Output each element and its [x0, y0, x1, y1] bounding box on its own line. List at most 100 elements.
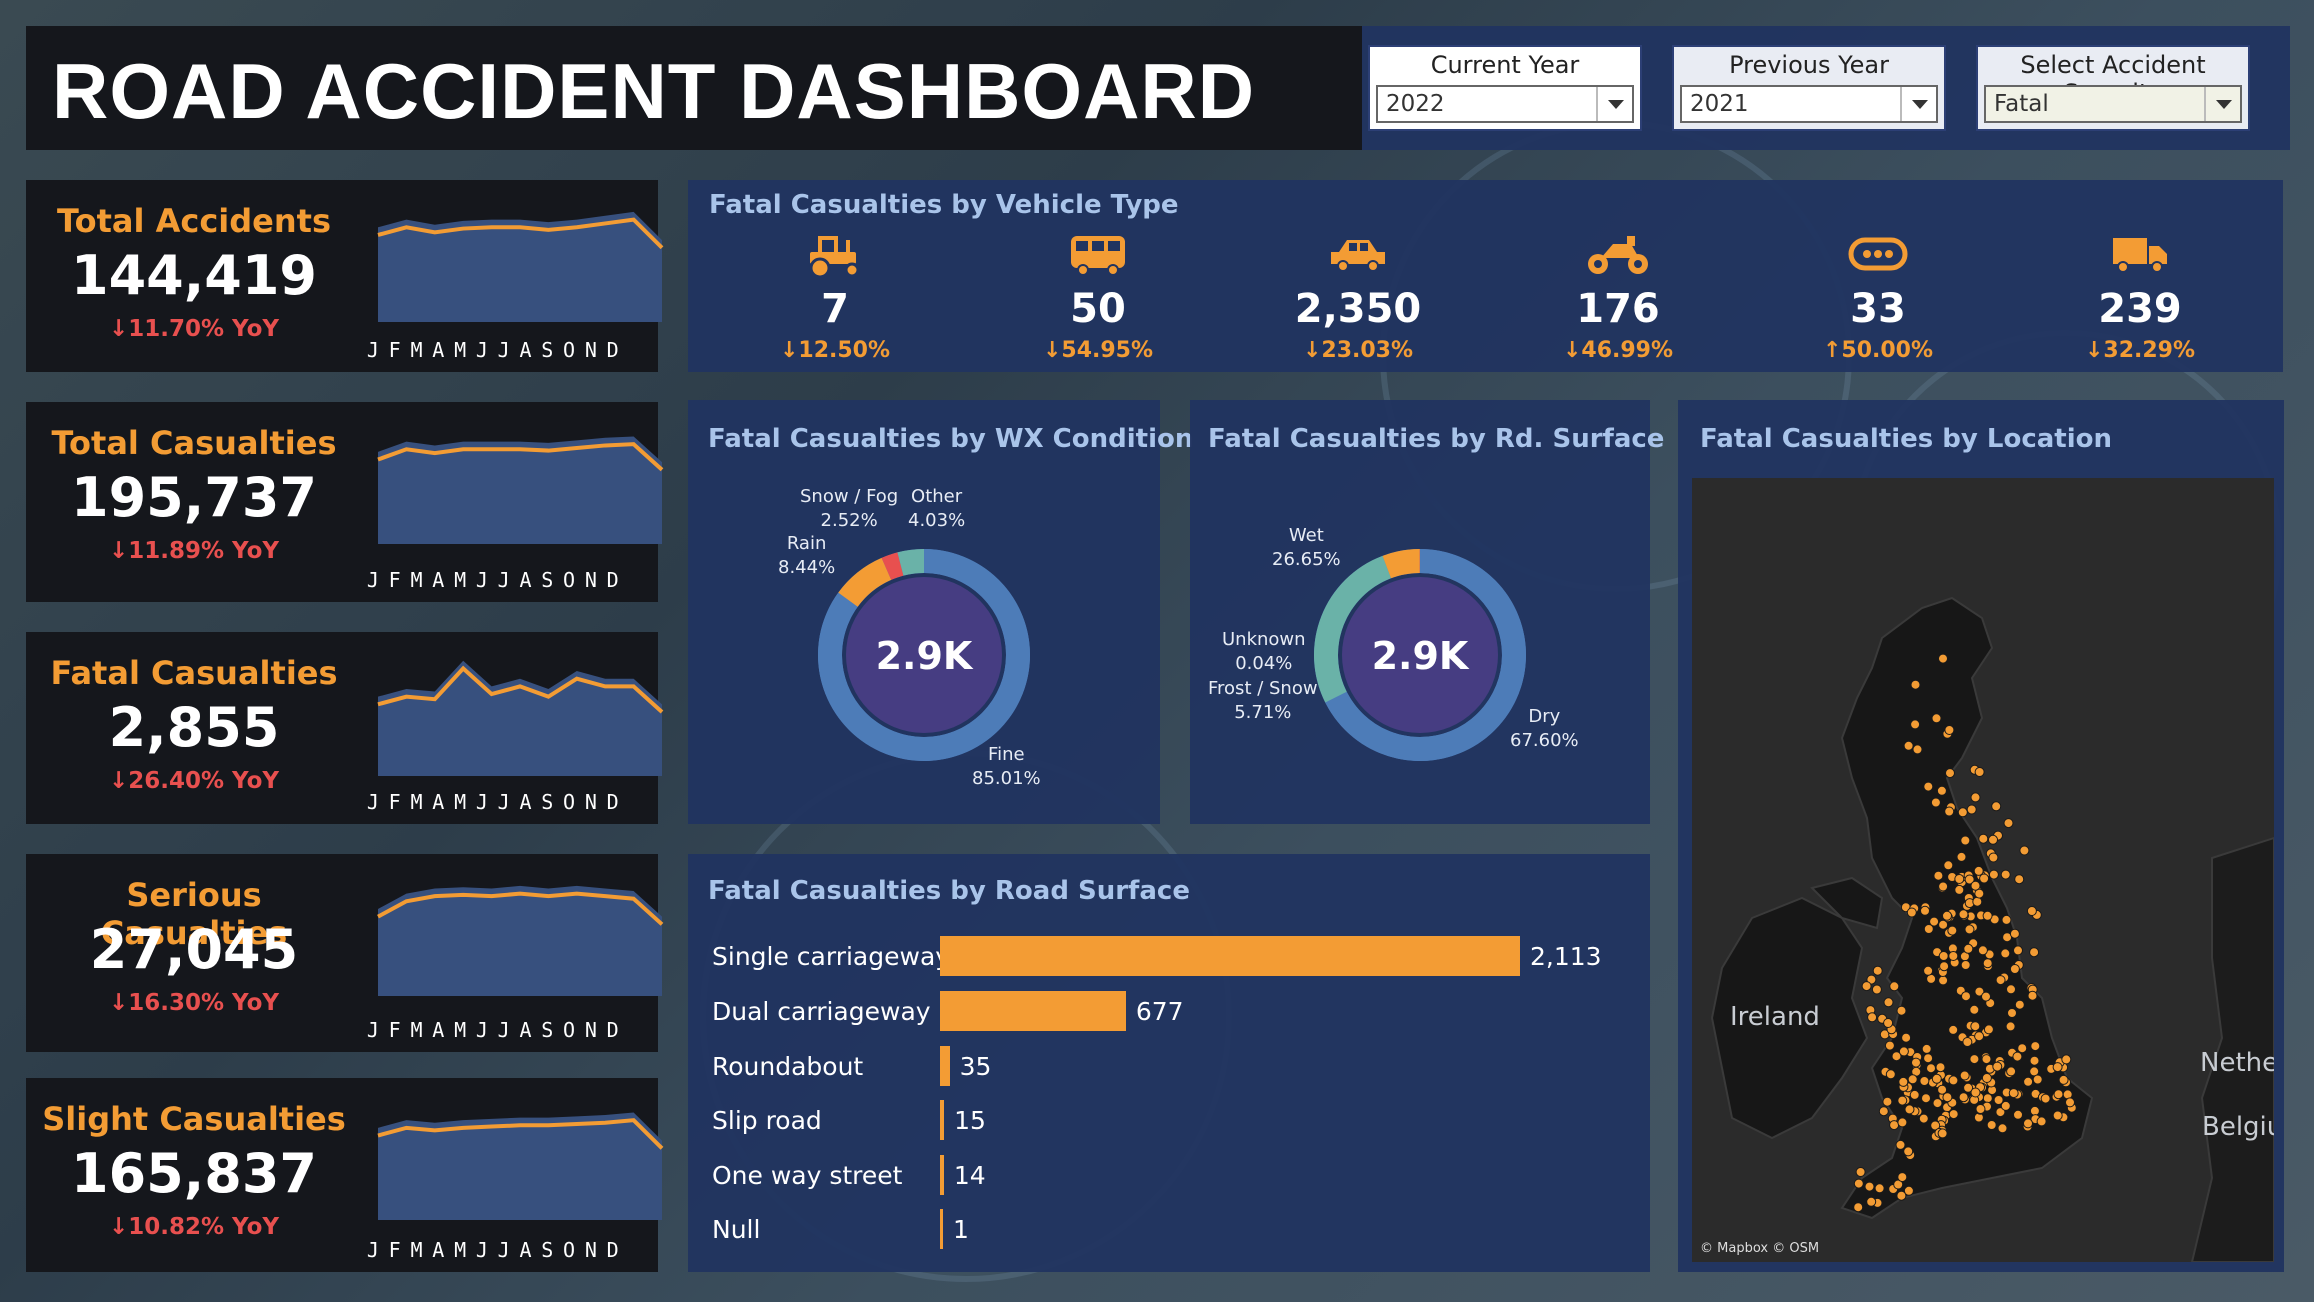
bar-mark[interactable]	[940, 1046, 950, 1086]
map-label-netherlands: Nethe	[2200, 1048, 2274, 1078]
map-point	[1874, 1183, 1885, 1194]
map-point	[2023, 1118, 2033, 1129]
month-tick-label: M	[410, 1238, 423, 1262]
filter-label: Previous Year	[1729, 51, 1889, 79]
month-tick-label: M	[410, 1018, 423, 1042]
previous-year-filter[interactable]: Previous Year 2021	[1672, 45, 1946, 131]
month-tick-label: O	[563, 338, 576, 362]
vehicle-item-truck: 239 ↓32.29%	[2050, 232, 2230, 363]
month-tick-label: A	[519, 338, 532, 362]
bar-mark[interactable]	[940, 1209, 943, 1249]
severity-select[interactable]: Fatal	[1984, 85, 2242, 123]
label-name: Wet	[1288, 525, 1324, 546]
map-point	[1997, 1123, 2008, 1134]
month-tick-label: D	[606, 1238, 619, 1262]
map-point	[2019, 845, 2030, 856]
kpi-month-axis: JFMAMJJASOND	[362, 568, 624, 592]
label-name: Frost / Snow	[1208, 678, 1318, 699]
vehicle-change: ↓12.50%	[779, 338, 891, 363]
month-tick-label: F	[388, 338, 401, 362]
map-point	[2006, 984, 2016, 995]
panel-title: Fatal Casualties by Rd. Surface	[1208, 424, 1665, 454]
map-point	[2032, 1074, 2043, 1085]
map-point	[2052, 1110, 2063, 1121]
wx-label-rain: Rain 8.44%	[778, 532, 835, 580]
map-point	[1867, 1012, 1878, 1023]
month-tick-label: J	[497, 1018, 510, 1042]
vehicle-value: 239	[2098, 286, 2182, 332]
severity-filter[interactable]: Select Accident Severity Fatal	[1976, 45, 2250, 131]
bar-value-label: 35	[959, 1052, 992, 1081]
vehicle-item-other: 33 ↑50.00%	[1788, 232, 1968, 363]
map-point	[1884, 1040, 1895, 1051]
map-point	[1981, 1054, 1992, 1065]
month-tick-label: N	[584, 338, 597, 362]
map-point	[1958, 909, 1969, 920]
tractor-icon	[809, 236, 860, 278]
label-pct: 2.52%	[820, 510, 878, 531]
current-year-select[interactable]: 2022	[1376, 85, 1634, 123]
vehicle-change: ↑50.00%	[1822, 338, 1934, 363]
map-point	[2005, 1021, 2016, 1032]
map-point	[1991, 801, 2002, 812]
bus-icon	[1071, 236, 1125, 276]
map-point	[1960, 960, 1971, 970]
map-point	[1930, 797, 1941, 808]
bar-mark[interactable]	[940, 1100, 945, 1140]
location-map[interactable]: Ireland Nethe Belgiu © Mapbox © OSM	[1692, 478, 2274, 1262]
current-year-filter[interactable]: Current Year 2022	[1368, 45, 1642, 131]
month-tick-label: F	[388, 1238, 401, 1262]
kpi-yoy-change: ↓10.82% YoY	[108, 1214, 280, 1240]
map-point	[1995, 975, 2006, 986]
label-name: Unknown	[1222, 629, 1306, 650]
kpi-sparkline	[377, 1112, 664, 1220]
map-point	[1903, 740, 1914, 751]
map-point	[2029, 947, 2040, 958]
vehicle-change: ↓23.03%	[1302, 338, 1414, 363]
map-point	[1932, 1098, 1943, 1109]
bar-mark[interactable]	[940, 991, 1126, 1031]
map-point	[1956, 851, 1967, 862]
map-point	[1948, 951, 1959, 961]
map-point	[1906, 907, 1917, 918]
map-point	[1963, 943, 1974, 954]
map-point	[1923, 1053, 1934, 1064]
map-point	[1920, 905, 1930, 916]
bar-category-label: Single carriageway	[712, 942, 951, 971]
month-tick-label: S	[541, 1238, 554, 1262]
sparkline-area	[378, 660, 662, 776]
kpi-sparkline	[377, 885, 664, 996]
map-point	[1948, 1075, 1959, 1086]
month-tick-label: D	[606, 790, 619, 814]
map-point	[2026, 906, 2037, 916]
vehicle-value: 50	[1070, 286, 1126, 332]
chevron-down-icon[interactable]	[1596, 87, 1632, 121]
map-point	[1974, 767, 1985, 777]
map-point	[1975, 1104, 1986, 1114]
bar-mark[interactable]	[940, 1155, 944, 1195]
month-tick-label: A	[432, 1018, 445, 1042]
month-tick-label: J	[475, 568, 488, 592]
map-point	[1883, 997, 1894, 1008]
map-point	[2023, 1076, 2034, 1087]
label-name: Rain	[786, 533, 827, 554]
month-tick-label: J	[475, 1018, 488, 1042]
map-point	[1942, 910, 1952, 921]
map-point	[1943, 860, 1954, 871]
map-point	[1970, 880, 1981, 891]
map-point	[1935, 1062, 1946, 1073]
map-point	[1981, 991, 1991, 1002]
vehicle-change: ↓32.29%	[2084, 338, 2196, 363]
previous-year-select[interactable]: 2021	[1680, 85, 1938, 123]
filter-label: Current Year	[1430, 51, 1580, 79]
map-point	[1938, 951, 1949, 961]
bar-mark[interactable]	[940, 936, 1520, 976]
month-tick-label: J	[497, 568, 510, 592]
chevron-down-icon[interactable]	[2204, 87, 2240, 121]
label-pct: 85.01%	[972, 768, 1041, 789]
month-tick-label: S	[541, 1018, 554, 1042]
chevron-down-icon[interactable]	[1900, 87, 1936, 121]
map-point	[1898, 1076, 1909, 1087]
map-point	[1954, 874, 1965, 884]
month-tick-label: N	[584, 1238, 597, 1262]
